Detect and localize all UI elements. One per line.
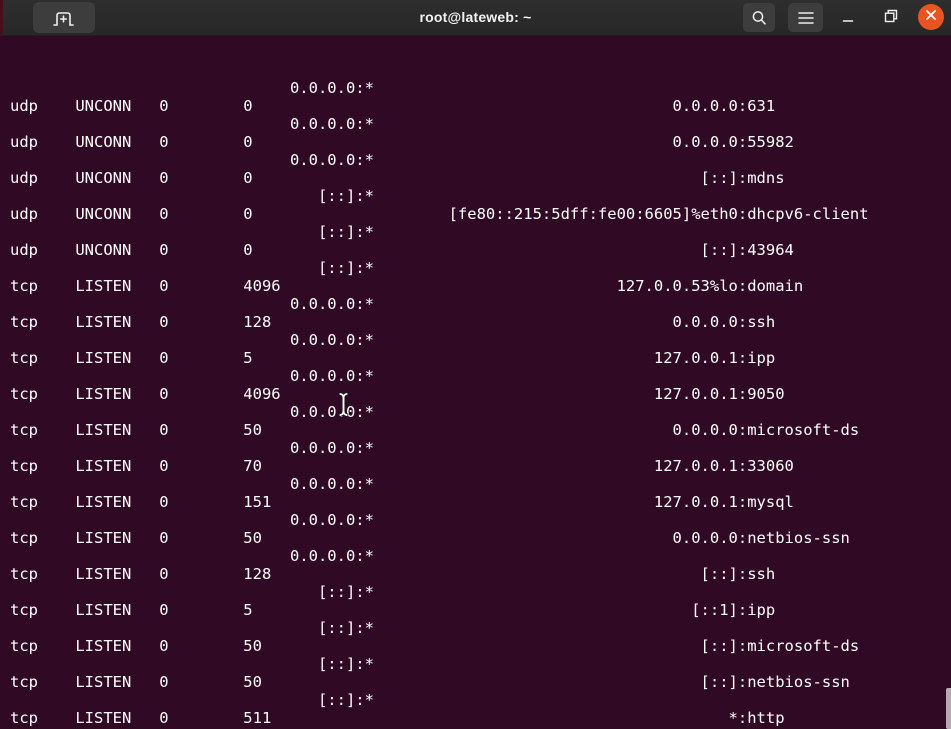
menu-button[interactable] — [788, 3, 823, 32]
terminal-socket-line: tcp LISTEN 0 5 [::1]:ipp — [10, 601, 951, 619]
terminal-wrapped-peer-line: 0.0.0.0:* — [10, 439, 951, 457]
terminal-socket-line: tcp LISTEN 0 50 0.0.0.0:netbios-ssn — [10, 529, 951, 547]
terminal-wrapped-peer-line: [::]:* — [10, 619, 951, 637]
minimize-icon — [840, 8, 856, 29]
search-icon — [750, 9, 768, 27]
terminal-socket-line: tcp LISTEN 0 511 *:http — [10, 709, 951, 727]
terminal-socket-line: udp UNCONN 0 0 [fe80::215:5dff:fe00:6605… — [10, 205, 951, 223]
terminal-socket-line: tcp LISTEN 0 70 127.0.0.1:33060 — [10, 457, 951, 475]
window-titlebar[interactable]: root@lateweb: ~ — [0, 0, 951, 36]
terminal-wrapped-peer-line: 0.0.0.0:* — [10, 151, 951, 169]
terminal-wrapped-peer-line: 0.0.0.0:* — [10, 331, 951, 349]
close-button[interactable] — [918, 4, 944, 30]
scrollbar-thumb[interactable] — [946, 688, 951, 729]
terminal-wrapped-peer-line: 0.0.0.0:* — [10, 547, 951, 565]
close-window-icon — [925, 8, 937, 26]
terminal-wrapped-peer-line: [::]:* — [10, 223, 951, 241]
terminal-socket-line: udp UNCONN 0 0 0.0.0.0:55982 — [10, 133, 951, 151]
hamburger-menu-icon — [797, 10, 815, 26]
terminal-wrapped-peer-line: 0.0.0.0:* — [10, 367, 951, 385]
terminal-socket-line: tcp LISTEN 0 50 0.0.0.0:microsoft-ds — [10, 421, 951, 439]
search-button[interactable] — [743, 3, 775, 32]
terminal-wrapped-peer-line: [::]:* — [10, 259, 951, 277]
minimize-button[interactable] — [836, 6, 860, 30]
terminal-wrapped-peer-line: 0.0.0.0:* — [10, 115, 951, 133]
terminal-socket-line: tcp LISTEN 0 4096 127.0.0.1:9050 — [10, 385, 951, 403]
terminal-wrapped-peer-line: [::]:* — [10, 691, 951, 709]
terminal-socket-line: tcp LISTEN 0 4096 127.0.0.53%lo:domain — [10, 277, 951, 295]
terminal-wrapped-peer-line: [::]:* — [10, 187, 951, 205]
terminal-wrapped-peer-line: 0.0.0.0:* — [10, 403, 951, 421]
terminal-socket-line: tcp LISTEN 0 50 [::]:microsoft-ds — [10, 637, 951, 655]
terminal-wrapped-peer-line: 0.0.0.0:* — [10, 511, 951, 529]
terminal-screen[interactable]: 0.0.0.0:*udp UNCONN 0 0 0.0.0.0:631 0.0.… — [0, 36, 951, 729]
terminal-socket-line: tcp LISTEN 0 5 127.0.0.1:ipp — [10, 349, 951, 367]
terminal-socket-line: tcp LISTEN 0 151 127.0.0.1:mysql — [10, 493, 951, 511]
terminal-socket-line: udp UNCONN 0 0 [::]:43964 — [10, 241, 951, 259]
terminal-wrapped-peer-line: 0.0.0.0:* — [10, 295, 951, 313]
terminal-socket-line: udp UNCONN 0 0 0.0.0.0:631 — [10, 97, 951, 115]
restore-button[interactable] — [879, 6, 903, 30]
terminal-wrapped-peer-line: 0.0.0.0:* — [10, 79, 951, 97]
terminal-wrapped-peer-line: 0.0.0.0:* — [10, 475, 951, 493]
terminal-socket-line: tcp LISTEN 0 50 [::]:netbios-ssn — [10, 673, 951, 691]
terminal-wrapped-peer-line: [::]:* — [10, 583, 951, 601]
terminal-socket-line: tcp LISTEN 0 128 [::]:ssh — [10, 565, 951, 583]
terminal-wrapped-peer-line: [::]:* — [10, 655, 951, 673]
restore-window-icon — [883, 8, 899, 29]
terminal-socket-line: udp UNCONN 0 0 [::]:mdns — [10, 169, 951, 187]
terminal-socket-line: tcp LISTEN 0 128 0.0.0.0:ssh — [10, 313, 951, 331]
